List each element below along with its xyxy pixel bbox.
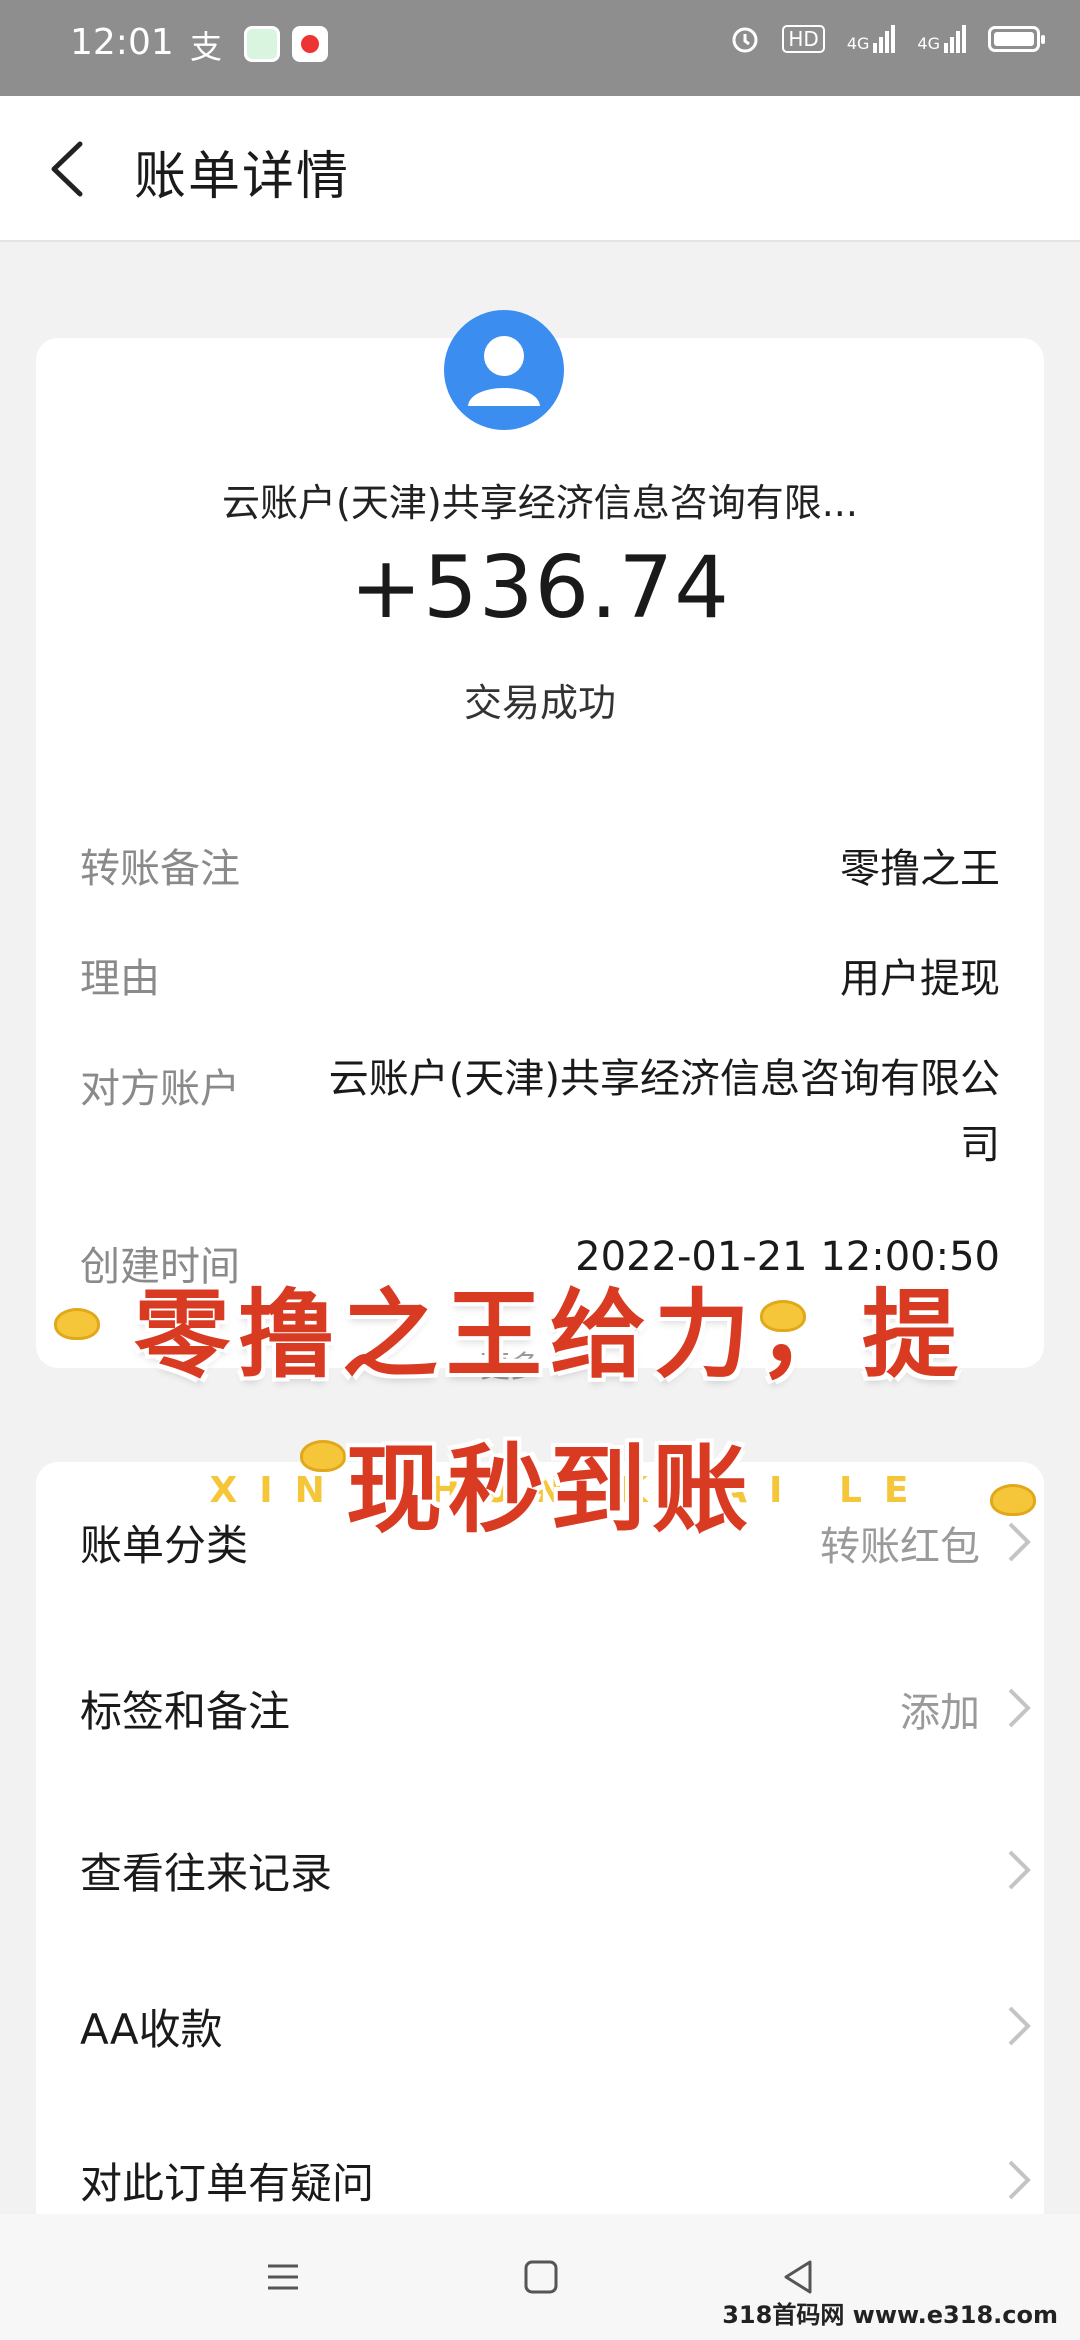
action-value: 添加: [900, 1690, 980, 1736]
chevron-right-icon: [1008, 1850, 1031, 1890]
action-label: AA收款: [80, 2005, 223, 2054]
action-aa-collection[interactable]: AA收款: [80, 1996, 1040, 2056]
menu-icon[interactable]: [258, 2252, 308, 2302]
action-label: 标签和备注: [80, 1687, 291, 1736]
detail-label: 理由: [80, 956, 160, 1002]
transaction-amount: +536.74: [350, 538, 730, 638]
hd-badge: HD: [782, 25, 825, 53]
status-bar: 12:01 支 HD 4G 4G: [0, 0, 1080, 96]
signal-1: 4G: [847, 25, 896, 53]
home-icon[interactable]: [516, 2252, 566, 2302]
site-watermark: 318首码网 www.e318.com: [722, 2301, 1058, 2329]
promo-headline: 零撸之王给力，提: [134, 1279, 966, 1391]
chevron-right-icon: [1008, 1688, 1031, 1728]
detail-value: 2022-01-21 12:00:50: [575, 1234, 1000, 1280]
detail-label: 转账备注: [80, 846, 240, 892]
detail-value: 云账户(天津)共享经济信息咨询有限公司: [328, 1056, 1000, 1168]
alarm-icon: [732, 27, 758, 53]
avatar: [444, 310, 564, 430]
detail-value: 零撸之王: [840, 846, 1000, 892]
detail-label: 对方账户: [80, 1066, 240, 1112]
title-bar: 账单详情: [0, 96, 1080, 242]
action-label: 查看往来记录: [80, 1849, 333, 1898]
battery-icon: [988, 26, 1045, 52]
action-view-records[interactable]: 查看往来记录: [80, 1840, 1040, 1900]
network-type-1: 4G: [846, 34, 870, 53]
page-title: 账单详情: [134, 147, 351, 207]
user-icon: [468, 336, 540, 406]
action-tags-notes[interactable]: 标签和备注 添加: [80, 1678, 1040, 1738]
signal-2: 4G: [917, 25, 966, 53]
payer-name: 云账户(天津)共享经济信息咨询有限...: [222, 481, 858, 525]
chevron-right-icon: [1008, 2006, 1031, 2046]
chevron-left-icon[interactable]: [40, 134, 100, 204]
status-indicators: HD 4G 4G: [730, 24, 1045, 54]
action-label: 对此订单有疑问: [80, 2159, 375, 2208]
detail-value: 用户提现: [840, 956, 1000, 1002]
transaction-status: 交易成功: [463, 681, 616, 725]
network-type-2: 4G: [917, 34, 940, 53]
promo-subline: 现秒到账: [346, 1434, 754, 1546]
record-icon: [292, 26, 328, 62]
detail-row-counterparty: 对方账户 云账户(天津)共享经济信息咨询有限公司: [80, 1056, 1000, 1186]
status-time: 12:01: [70, 22, 174, 63]
alipay-icon: 支: [190, 28, 223, 66]
action-order-question[interactable]: 对此订单有疑问: [80, 2150, 1040, 2210]
chevron-right-icon: [1008, 2160, 1031, 2200]
system-nav-bar: 318首码网 www.e318.com: [0, 2214, 1080, 2340]
wechat-icon: [244, 26, 280, 62]
